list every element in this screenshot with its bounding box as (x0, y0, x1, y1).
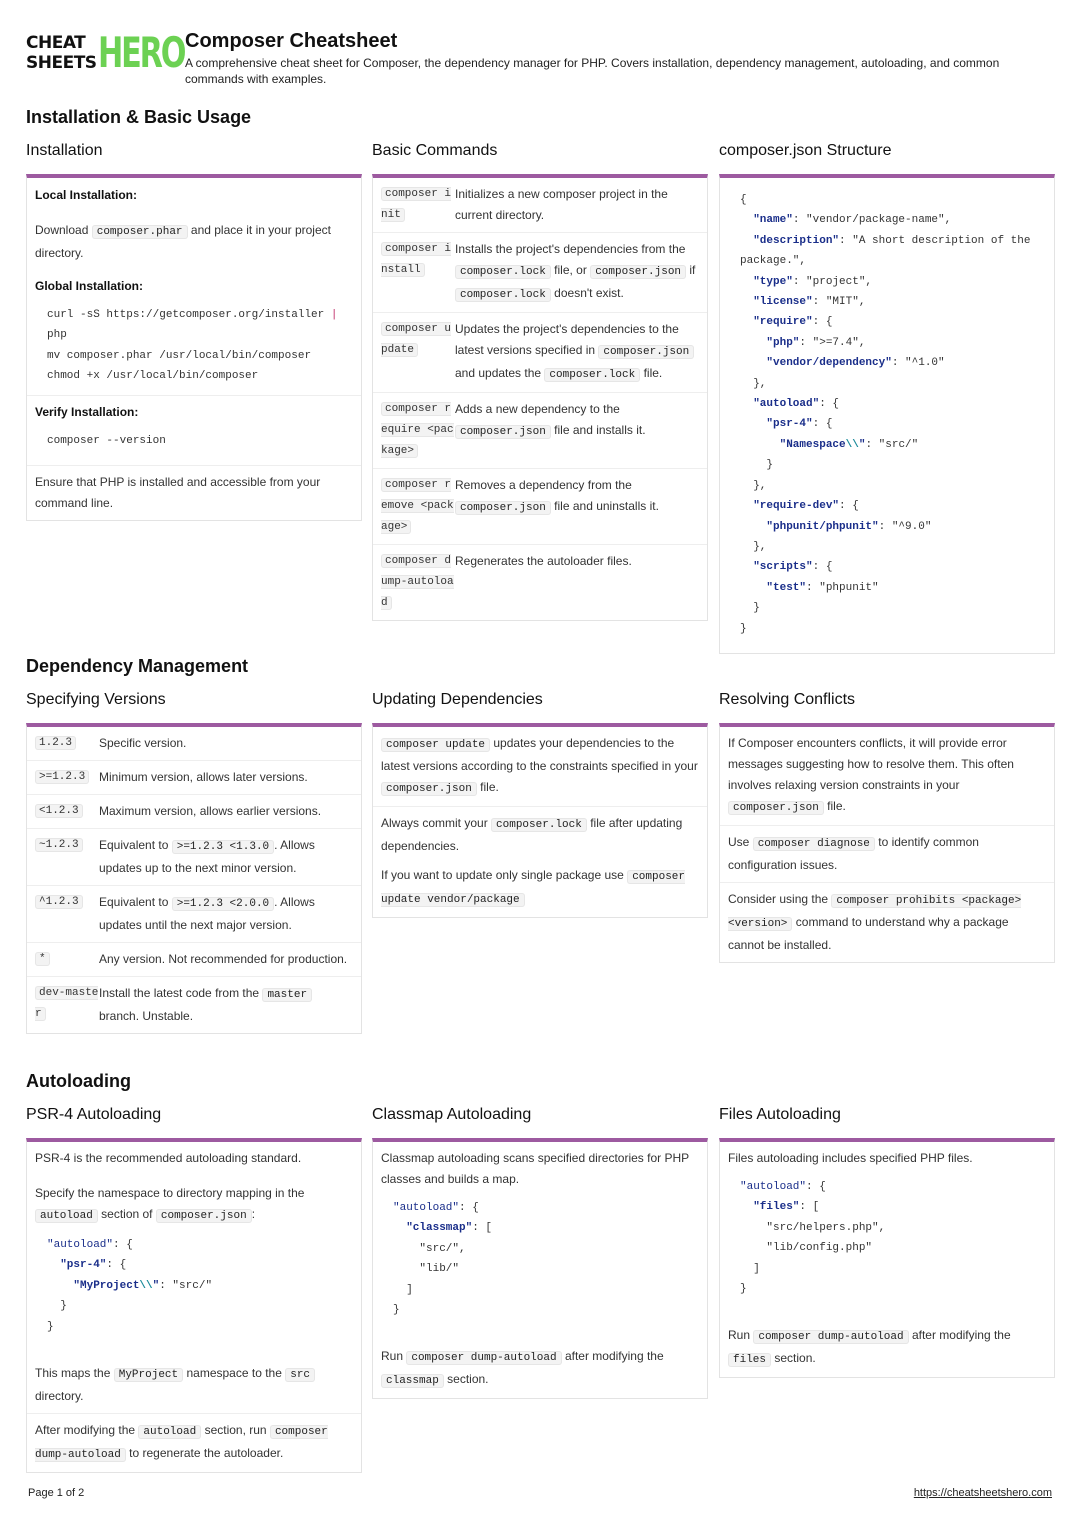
versions-card: 1.2.3 Specific version. >=1.2.3 Minimum … (26, 723, 362, 1034)
version-row: >=1.2.3 Minimum version, allows later ve… (27, 761, 361, 795)
files-card: Files autoloading includes specified PHP… (719, 1138, 1055, 1379)
files-title: Files Autoloading (719, 1106, 841, 1123)
updating-card: composer update updates your dependencie… (372, 723, 708, 918)
install-note: Ensure that PHP is installed and accessi… (35, 475, 321, 511)
section-title-installation: Installation & Basic Usage (26, 107, 252, 127)
version-row: <1.2.3 Maximum version, allows earlier v… (27, 795, 361, 829)
psr4-card: PSR-4 is the recommended autoloading sta… (26, 1138, 362, 1474)
basic-commands-title: Basic Commands (372, 142, 498, 159)
conflicts-column: Resolving Conflicts If Composer encounte… (719, 691, 1055, 963)
page-header: CHEAT SHEETS HERO Composer Cheatsheet A … (26, 30, 999, 87)
logo-cheat: CHEAT (26, 33, 86, 53)
logo-hero: HERO (97, 28, 186, 77)
classmap-column: Classmap Autoloading Classmap autoloadin… (372, 1106, 708, 1400)
logo: CHEAT SHEETS HERO (26, 30, 186, 76)
conflicts-card: If Composer encounters conflicts, it wil… (719, 723, 1055, 963)
classmap-card: Classmap autoloading scans specified dir… (372, 1138, 708, 1400)
composer-json-column: composer.json Structure { "name": "vendo… (719, 142, 1055, 654)
psr4-title: PSR-4 Autoloading (26, 1106, 162, 1123)
classmap-title: Classmap Autoloading (372, 1106, 532, 1123)
version-row: 1.2.3 Specific version. (27, 727, 361, 761)
code-block: "autoload": { "classmap": [ "src/", "lib… (393, 1202, 493, 1317)
command-row: composer init Initializes a new composer… (373, 178, 707, 233)
verify-install-label: Verify Installation: (35, 404, 139, 419)
code-block: "autoload": { "files": [ "src/helpers.ph… (740, 1181, 886, 1296)
basic-commands-card: composer init Initializes a new composer… (372, 174, 708, 621)
installation-card: Local Installation: Download composer.ph… (26, 174, 362, 522)
version-row: dev-master Install the latest code from … (27, 977, 361, 1033)
local-install-label: Local Installation: (35, 188, 138, 202)
global-install-label: Global Installation: (35, 279, 144, 293)
code-block: { "name": "vendor/package-name", "descri… (740, 194, 1031, 635)
versions-column: Specifying Versions 1.2.3 Specific versi… (26, 691, 362, 1034)
basic-commands-column: Basic Commands composer init Initializes… (372, 142, 708, 621)
psr4-column: PSR-4 Autoloading PSR-4 is the recommend… (26, 1106, 362, 1474)
site-link[interactable]: https://cheatsheetshero.com (914, 1487, 1052, 1499)
inline-code: composer.phar (91, 225, 188, 239)
command-row: composer dump-autoload Regenerates the a… (381, 554, 632, 610)
conflicts-title: Resolving Conflicts (719, 691, 856, 708)
section-title-dependency: Dependency Management (26, 656, 249, 676)
command-row: composer update Updates the project's de… (373, 313, 707, 393)
installation-title: Installation (26, 142, 103, 159)
composer-json-title: composer.json Structure (719, 142, 892, 159)
version-row: ~1.2.3 Equivalent to >=1.2.3 <1.3.0. All… (27, 829, 361, 886)
logo-sheets: SHEETS (26, 53, 97, 73)
page-title: Composer Cheatsheet (185, 30, 398, 52)
command-row: composer install Installs the project's … (373, 233, 707, 313)
version-row: ^1.2.3 Equivalent to >=1.2.3 <2.0.0. All… (27, 886, 361, 943)
updating-column: Updating Dependencies composer update up… (372, 691, 708, 918)
code-block: curl -sS https://getcomposer.org/install… (47, 309, 338, 383)
composer-json-card: { "name": "vendor/package-name", "descri… (719, 174, 1055, 654)
files-column: Files Autoloading Files autoloading incl… (719, 1106, 1055, 1379)
installation-column: Installation Local Installation: Downloa… (26, 142, 362, 522)
page-number: Page 1 of 2 (28, 1487, 85, 1499)
section-title-autoloading: Autoloading (26, 1071, 131, 1091)
version-row: * Any version. Not recommended for produ… (27, 943, 361, 977)
updating-title: Updating Dependencies (372, 691, 543, 708)
command-row: composer require <package> Adds a new de… (373, 393, 707, 469)
page-description: A comprehensive cheat sheet for Composer… (185, 56, 1000, 86)
code-block: composer --version (47, 434, 166, 447)
versions-title: Specifying Versions (26, 691, 166, 708)
command-row: composer remove <package> Removes a depe… (373, 469, 707, 545)
code-block: "autoload": { "psr-4": { "MyProject\\": … (47, 1239, 213, 1333)
